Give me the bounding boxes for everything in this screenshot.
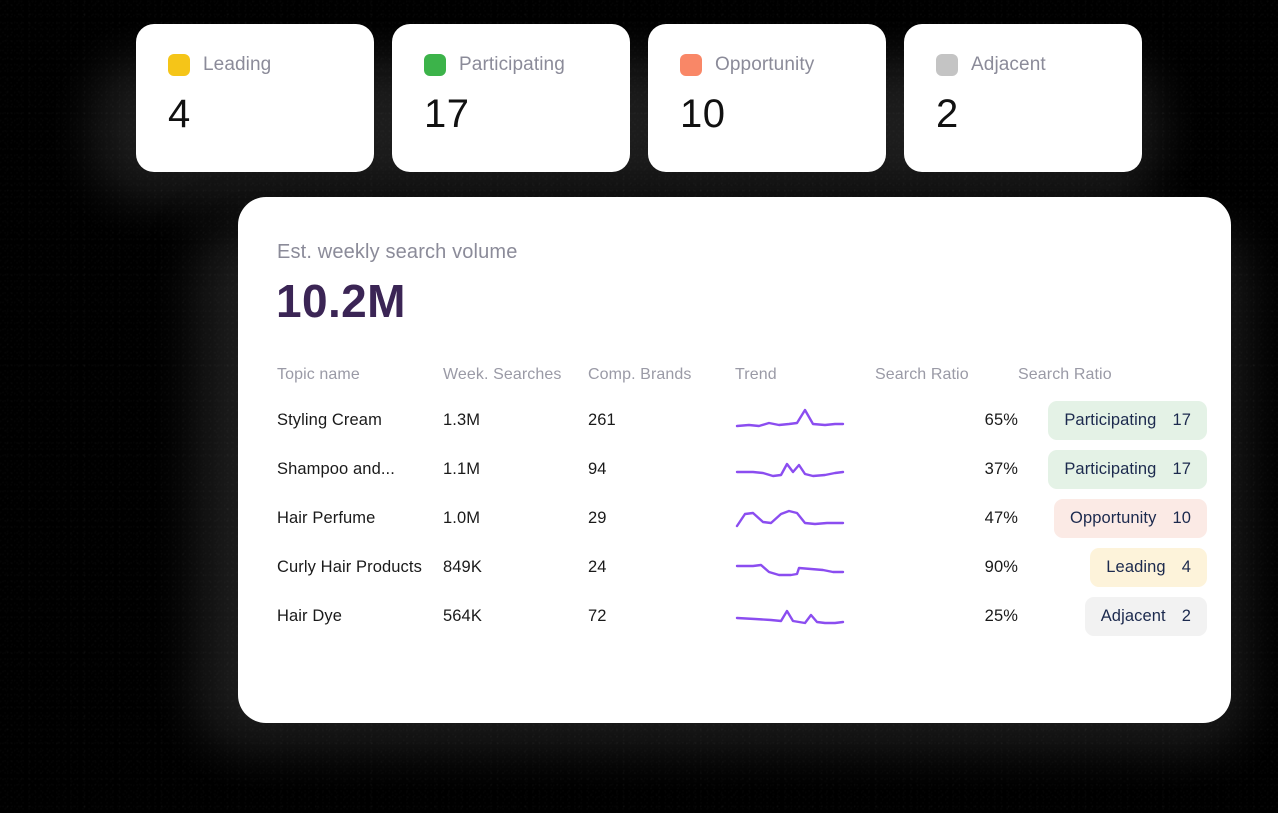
cell-status: Leading 4 — [1018, 543, 1231, 592]
trend-sparkline-icon — [735, 563, 845, 576]
cell-search-ratio: 37% — [984, 460, 1018, 478]
table-row[interactable]: Hair Perfume 1.0M 29 47% Opportunity 10 — [238, 494, 1231, 543]
status-badge-label: Participating — [1064, 460, 1157, 478]
status-badge-label: Leading — [1106, 558, 1166, 576]
cell-search-ratio: 65% — [984, 411, 1018, 429]
cell-status: Participating 17 — [1018, 396, 1231, 445]
column-header-status[interactable]: Search Ratio — [1018, 366, 1231, 396]
stat-card-header: Adjacent — [936, 54, 1142, 76]
cell-weekly-searches: 564K — [443, 607, 482, 625]
status-badge-label: Opportunity — [1070, 509, 1157, 527]
stat-card-value: 17 — [424, 92, 470, 136]
cell-topic-name: Curly Hair Products — [277, 558, 422, 576]
status-badge[interactable]: Participating 17 — [1048, 401, 1207, 440]
cell-competing-brands: 261 — [588, 411, 616, 429]
status-badge[interactable]: Participating 17 — [1048, 450, 1207, 489]
topics-table-body: Styling Cream 1.3M 261 65% Participating 17 Sh… — [238, 396, 1231, 641]
leading-swatch — [168, 54, 190, 76]
opportunity-swatch — [680, 54, 702, 76]
cell-topic-name: Styling Cream — [277, 411, 382, 429]
stat-card-adjacent[interactable]: Adjacent 2 — [904, 24, 1142, 172]
search-volume-panel: Est. weekly search volume 10.2M Topic na… — [238, 197, 1231, 723]
status-badge-label: Participating — [1064, 411, 1157, 429]
column-header-brands[interactable]: Comp. Brands — [588, 366, 735, 396]
table-header-row: Topic name Week. Searches Comp. Brands T… — [238, 366, 1231, 396]
column-header-trend[interactable]: Trend — [735, 366, 875, 396]
cell-trend — [735, 445, 875, 494]
adjacent-swatch — [936, 54, 958, 76]
status-badge-count: 4 — [1181, 558, 1191, 576]
stat-card-header: Participating — [424, 54, 630, 76]
cell-topic-name: Shampoo and... — [277, 460, 395, 478]
cell-weekly-searches: 1.0M — [443, 509, 481, 527]
cell-weekly-searches: 1.1M — [443, 460, 481, 478]
column-header-weekly[interactable]: Week. Searches — [443, 366, 588, 396]
cell-search-ratio: 47% — [984, 509, 1018, 527]
dashboard-stage: Leading 4 Participating 17 Opportunity 1… — [0, 0, 1278, 813]
panel-metric-value: 10.2M — [276, 275, 406, 327]
stat-card-header: Opportunity — [680, 54, 886, 76]
status-badge-count: 17 — [1172, 411, 1191, 429]
stat-card-row: Leading 4 Participating 17 Opportunity 1… — [136, 24, 1142, 172]
status-badge[interactable]: Opportunity 10 — [1054, 499, 1207, 538]
cell-competing-brands: 72 — [588, 607, 607, 625]
stat-card-label: Adjacent — [971, 54, 1046, 75]
stat-card-participating[interactable]: Participating 17 — [392, 24, 630, 172]
cell-competing-brands: 29 — [588, 509, 607, 527]
column-header-ratio[interactable]: Search Ratio — [875, 366, 1018, 396]
column-header-topic[interactable]: Topic name — [238, 366, 443, 396]
stat-card-value: 2 — [936, 92, 959, 136]
stat-card-label: Participating — [459, 54, 565, 75]
cell-competing-brands: 94 — [588, 460, 607, 478]
cell-topic-name: Hair Perfume — [277, 509, 376, 527]
stat-card-opportunity[interactable]: Opportunity 10 — [648, 24, 886, 172]
topics-table: Topic name Week. Searches Comp. Brands T… — [238, 366, 1231, 641]
table-row[interactable]: Styling Cream 1.3M 261 65% Participating 17 — [238, 396, 1231, 445]
table-row[interactable]: Curly Hair Products 849K 24 90% Leading 4 — [238, 543, 1231, 592]
participating-swatch — [424, 54, 446, 76]
status-badge[interactable]: Leading 4 — [1090, 548, 1207, 587]
cell-trend — [735, 592, 875, 641]
cell-status: Opportunity 10 — [1018, 494, 1231, 543]
cell-status: Participating 17 — [1018, 445, 1231, 494]
stat-card-label: Opportunity — [715, 54, 815, 75]
cell-search-ratio: 25% — [984, 607, 1018, 625]
cell-trend — [735, 543, 875, 592]
table-row[interactable]: Shampoo and... 1.1M 94 37% Participating 17 — [238, 445, 1231, 494]
cell-topic-name: Hair Dye — [277, 607, 342, 625]
trend-sparkline-icon — [735, 509, 845, 527]
status-badge-count: 10 — [1172, 509, 1191, 527]
status-badge[interactable]: Adjacent 2 — [1084, 597, 1207, 636]
topics-table-head: Topic name Week. Searches Comp. Brands T… — [238, 366, 1231, 396]
cell-status: Adjacent 2 — [1018, 592, 1231, 641]
stat-card-value: 10 — [680, 92, 726, 136]
trend-sparkline-icon — [735, 462, 845, 477]
stat-card-value: 4 — [168, 92, 191, 136]
cell-competing-brands: 24 — [588, 558, 607, 576]
stat-card-label: Leading — [203, 54, 272, 75]
stat-card-leading[interactable]: Leading 4 — [136, 24, 374, 172]
status-badge-label: Adjacent — [1100, 607, 1166, 625]
status-badge-count: 17 — [1172, 460, 1191, 478]
cell-weekly-searches: 1.3M — [443, 411, 481, 429]
cell-trend — [735, 396, 875, 445]
cell-trend — [735, 494, 875, 543]
stat-card-header: Leading — [168, 54, 374, 76]
status-badge-count: 2 — [1181, 607, 1191, 625]
cell-search-ratio: 90% — [984, 558, 1018, 576]
panel-subtitle: Est. weekly search volume — [277, 241, 518, 263]
trend-sparkline-icon — [735, 609, 845, 624]
table-row[interactable]: Hair Dye 564K 72 25% Adjacent 2 — [238, 592, 1231, 641]
trend-sparkline-icon — [735, 408, 845, 427]
cell-weekly-searches: 849K — [443, 558, 482, 576]
